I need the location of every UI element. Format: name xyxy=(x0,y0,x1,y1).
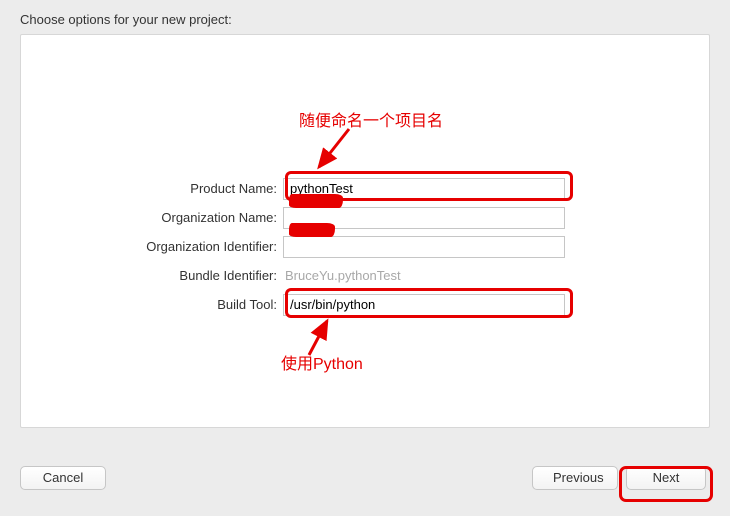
button-bar: Cancel Previous Next xyxy=(0,466,730,496)
row-bundle-identifier: Bundle Identifier: BruceYu.pythonTest xyxy=(21,262,709,289)
row-build-tool: Build Tool: xyxy=(21,291,709,318)
arrow-icon xyxy=(309,125,359,175)
page-title: Choose options for your new project: xyxy=(20,12,232,27)
form: Product Name: Organization Name: Organiz… xyxy=(21,175,709,320)
label-bundle-identifier: Bundle Identifier: xyxy=(21,268,283,283)
row-organization-identifier: Organization Identifier: xyxy=(21,233,709,260)
annotation-product-name: 随便命名一个项目名 xyxy=(299,107,443,131)
label-build-tool: Build Tool: xyxy=(21,297,283,312)
cancel-button[interactable]: Cancel xyxy=(20,466,106,490)
organization-identifier-field[interactable] xyxy=(283,236,565,258)
label-organization-name: Organization Name: xyxy=(21,210,283,225)
options-panel: Product Name: Organization Name: Organiz… xyxy=(20,34,710,428)
redacted-icon xyxy=(289,194,343,208)
row-product-name: Product Name: xyxy=(21,175,709,202)
previous-button[interactable]: Previous xyxy=(532,466,618,490)
redacted-icon xyxy=(289,223,335,237)
label-product-name: Product Name: xyxy=(21,181,283,196)
bundle-identifier-value: BruceYu.pythonTest xyxy=(283,268,401,283)
row-organization-name: Organization Name: xyxy=(21,204,709,231)
annotation-build-tool: 使用Python xyxy=(281,350,363,374)
arrow-icon xyxy=(295,315,345,365)
next-button[interactable]: Next xyxy=(626,466,706,490)
build-tool-field[interactable] xyxy=(283,294,565,316)
label-organization-identifier: Organization Identifier: xyxy=(21,239,283,254)
